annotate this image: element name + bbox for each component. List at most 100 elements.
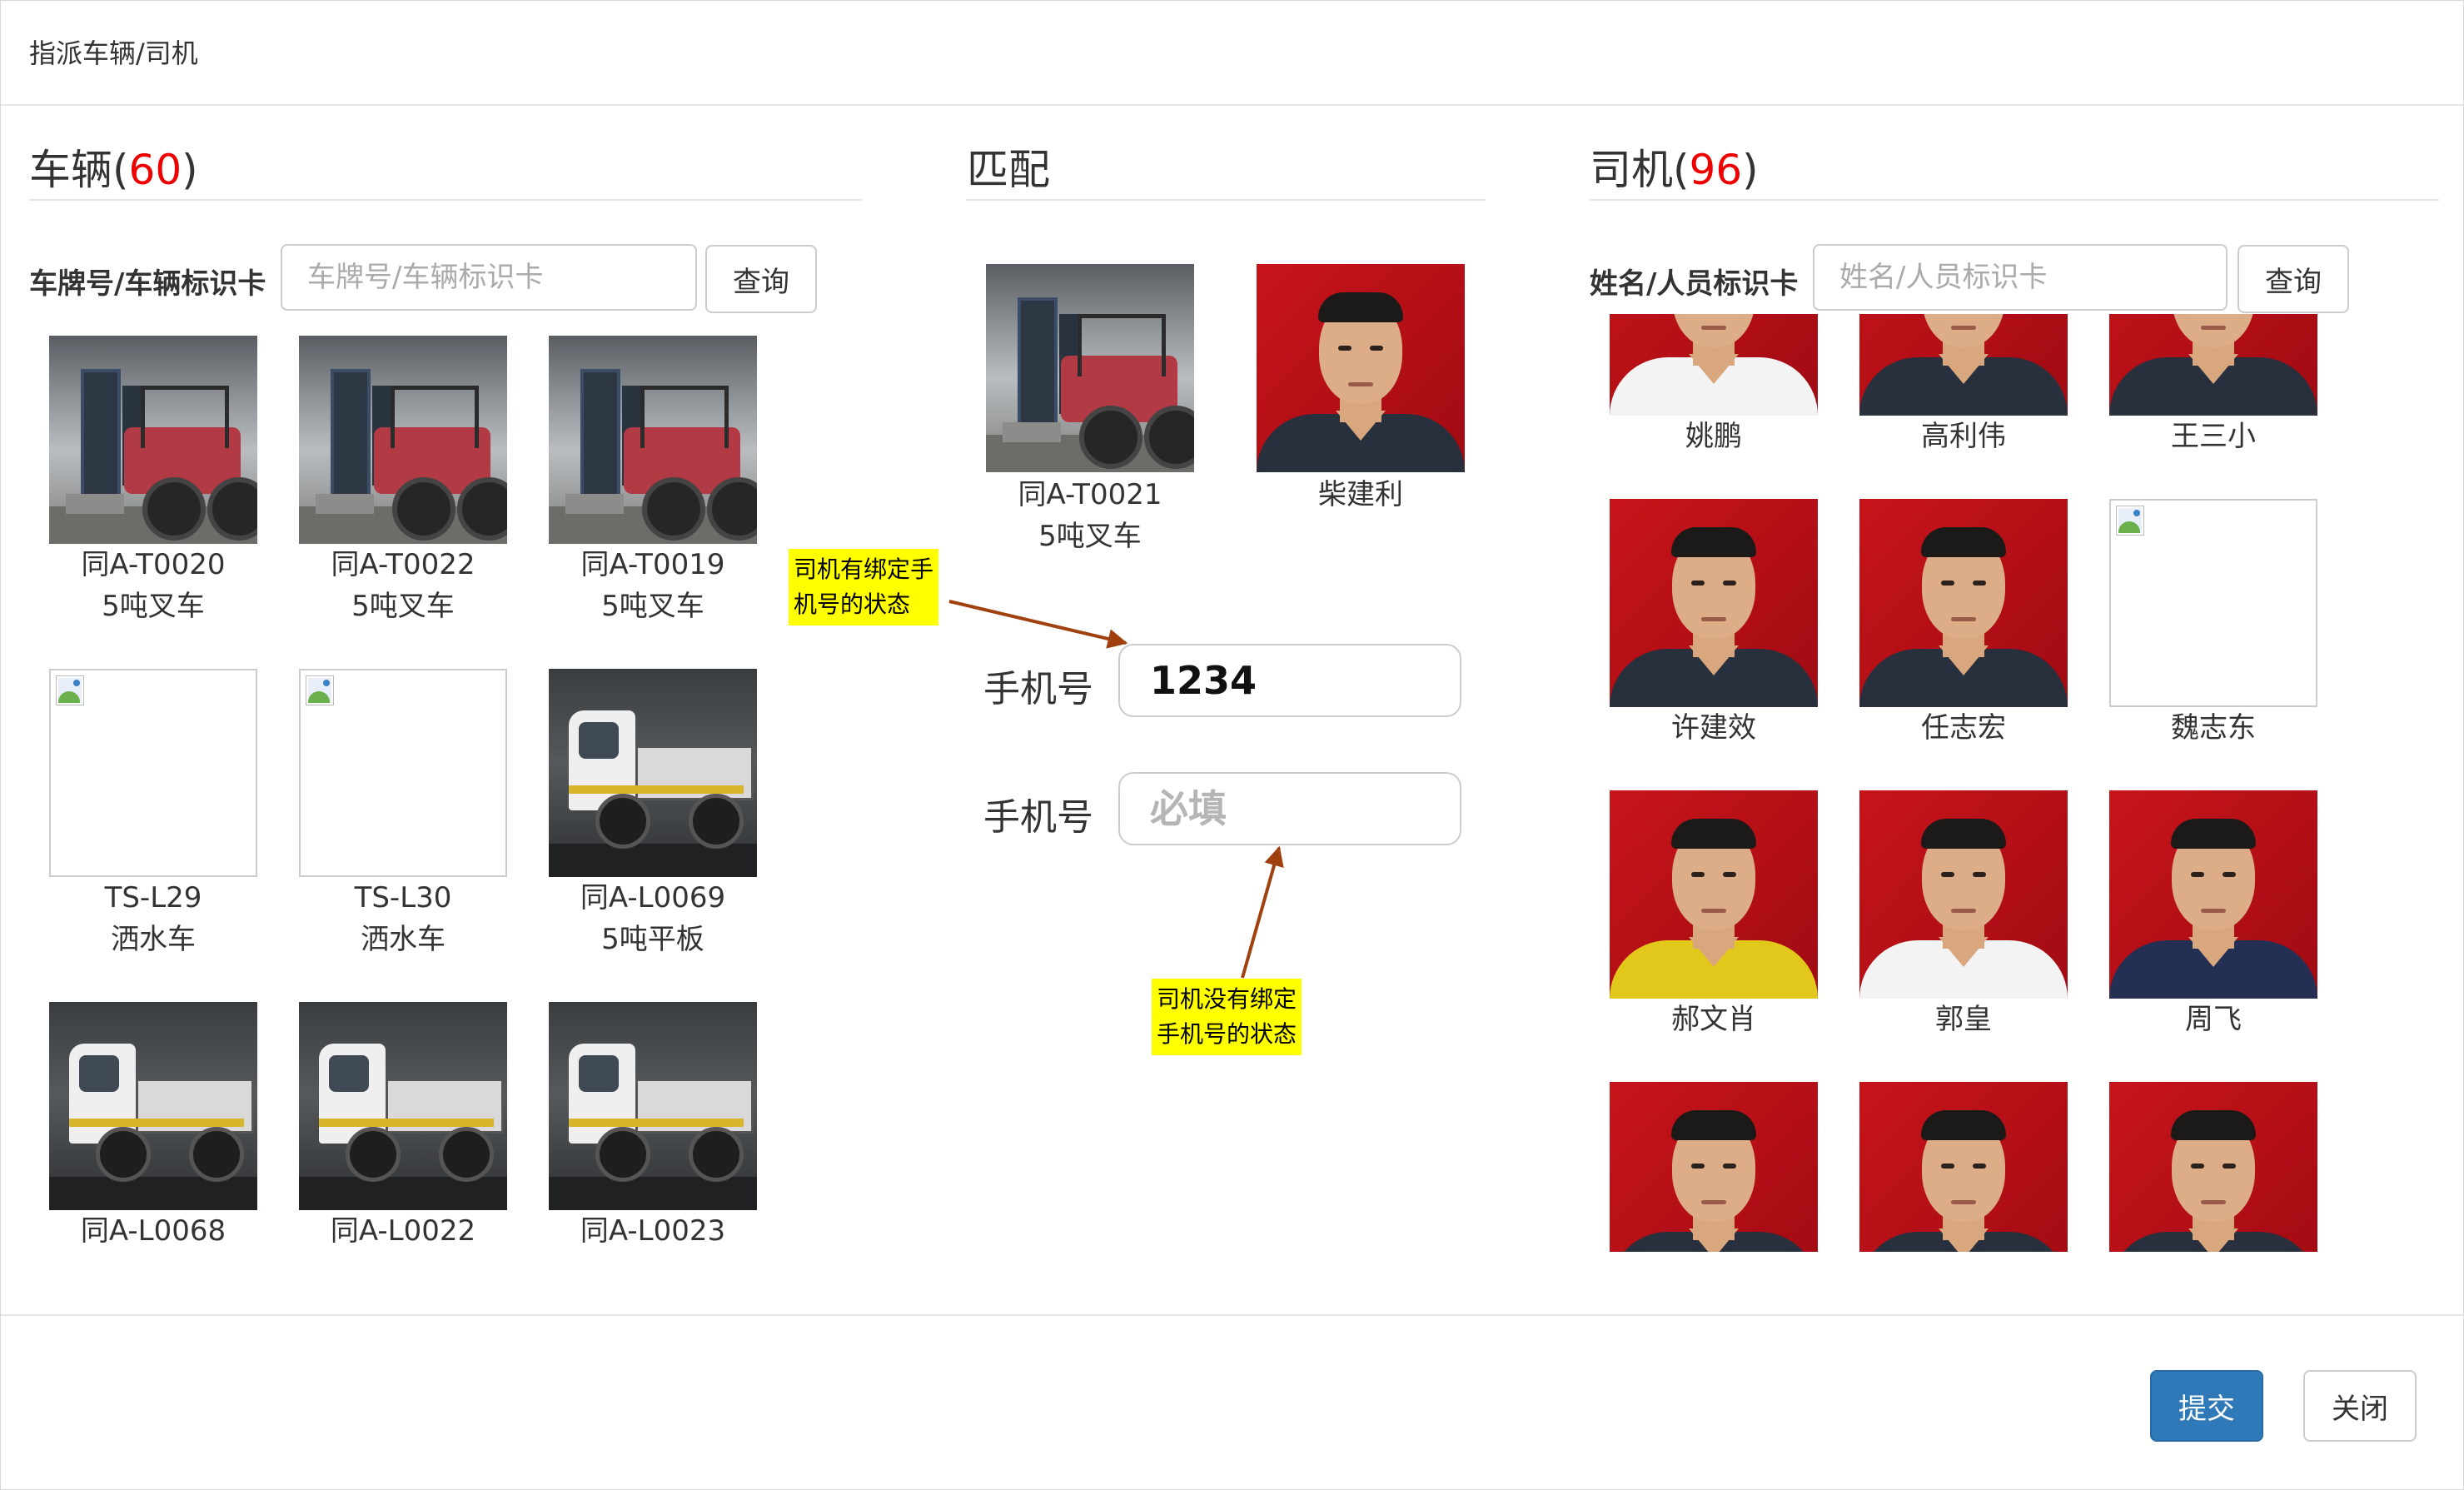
driver-name: 王三小 (2171, 420, 2256, 453)
phone-input-unbound[interactable] (1118, 772, 1461, 845)
submit-button[interactable]: 提交 (2150, 1370, 2263, 1442)
vehicle-card[interactable]: 同A-L0022 (299, 1002, 507, 1252)
matched-driver-card[interactable]: 柴建利 (1257, 264, 1465, 516)
vehicle-search-input[interactable] (281, 244, 697, 311)
matched-driver-name: 柴建利 (1318, 478, 1403, 511)
driver-name: 任志宏 (1921, 711, 2006, 745)
modal-header: 指派车辆/司机 (1, 1, 2463, 106)
driver-card[interactable]: 魏志东 (2109, 499, 2317, 749)
match-heading: 匹配 (967, 146, 1050, 194)
driver-name: 魏志东 (2171, 711, 2256, 745)
vehicle-plate: 同A-T0020 (81, 548, 226, 581)
modal-title: 指派车辆/司机 (29, 37, 198, 69)
modal-footer (1, 1314, 2463, 1317)
forklift-photo (299, 336, 507, 544)
note-phone-unbound: 司机没有绑定 手机号的状态 (1152, 979, 1302, 1055)
drivers-count-open: ( (1673, 146, 1690, 194)
driver-card[interactable]: 王三小 (2109, 314, 2317, 457)
drivers-count-close: ) (1742, 146, 1759, 194)
phone-input-bound[interactable] (1118, 644, 1461, 717)
driver-list[interactable]: 姚鹏 高利伟 王三小许建效 任志宏 魏志东郝文肖 郭皇 周飞 (1608, 314, 2324, 1252)
vehicles-heading-text: 车辆 (29, 146, 112, 194)
driver-photo (1610, 1082, 1818, 1252)
driver-card[interactable]: 姚鹏 (1610, 314, 1818, 457)
driver-card[interactable] (1610, 1082, 1818, 1252)
driver-search-input[interactable] (1813, 244, 2228, 311)
driver-card[interactable]: 郭皇 (1859, 790, 2068, 1040)
forklift-photo (986, 264, 1194, 472)
driver-card[interactable]: 周飞 (2109, 790, 2317, 1040)
vehicle-card[interactable]: 同A-T0022 5吨叉车 (299, 336, 507, 627)
driver-photo (1610, 790, 1818, 999)
driver-photo (1859, 790, 2068, 999)
driver-photo (1859, 499, 2068, 707)
vehicle-search-button[interactable]: 查询 (705, 245, 817, 313)
vehicle-type: 5吨叉车 (351, 590, 455, 623)
drivers-rule (1590, 199, 2439, 201)
driver-search-label: 姓名/人员标识卡 (1590, 267, 1799, 301)
drivers-heading: 司机(96) (1590, 149, 1759, 191)
vehicles-count-open: ( (112, 146, 129, 194)
phone-label-unbound: 手机号 (983, 796, 1093, 839)
vehicle-type: 5吨叉车 (102, 590, 205, 623)
driver-name: 许建效 (1671, 711, 1756, 745)
truck-photo (299, 1002, 507, 1210)
driver-photo (1859, 1082, 2068, 1252)
vehicle-card[interactable]: TS-L30 洒水车 (299, 669, 507, 960)
vehicle-search-label: 车牌号/车辆标识卡 (29, 267, 266, 301)
truck-photo (549, 669, 757, 877)
truck-photo (49, 1002, 257, 1210)
note-phone-unbound-line1: 司机没有绑定 (1157, 985, 1297, 1013)
drivers-heading-text: 司机 (1590, 146, 1673, 194)
vehicle-card[interactable]: 同A-L0068 (49, 1002, 257, 1252)
vehicles-heading: 车辆(60) (29, 149, 198, 191)
driver-name: 姚鹏 (1685, 420, 1742, 453)
driver-photo (2109, 790, 2317, 999)
driver-card[interactable] (2109, 1082, 2317, 1252)
driver-card[interactable]: 任志宏 (1859, 499, 2068, 749)
vehicle-card[interactable]: 同A-L0023 (549, 1002, 757, 1252)
vehicle-plate: 同A-L0069 (580, 881, 726, 914)
driver-photo (1859, 314, 2068, 416)
vehicle-plate: 同A-L0023 (580, 1214, 726, 1248)
vehicle-plate: 同A-L0068 (80, 1214, 226, 1248)
matched-vehicle-plate: 同A-T0021 (1018, 478, 1162, 511)
vehicle-type: 5吨平板 (601, 923, 704, 956)
driver-photo (1610, 499, 1818, 707)
note-phone-bound: 司机有绑定手 机号的状态 (789, 549, 939, 625)
vehicle-card[interactable]: 同A-T0019 5吨叉车 (549, 336, 757, 627)
phone-label-bound: 手机号 (983, 668, 1093, 710)
driver-search-button[interactable]: 查询 (2238, 245, 2349, 313)
driver-photo (2109, 314, 2317, 416)
note-phone-bound-line2: 机号的状态 (794, 591, 911, 618)
vehicle-plate: 同A-T0022 (331, 548, 475, 581)
matched-vehicle-card[interactable]: 同A-T0021 5吨叉车 (986, 264, 1194, 557)
vehicles-count: 60 (128, 146, 182, 194)
vehicle-card[interactable]: 同A-T0020 5吨叉车 (49, 336, 257, 627)
driver-card[interactable]: 郝文肖 (1610, 790, 1818, 1040)
broken-image-icon (2109, 499, 2317, 707)
forklift-photo (49, 336, 257, 544)
vehicle-type: 5吨叉车 (601, 590, 704, 623)
forklift-photo (549, 336, 757, 544)
note-phone-unbound-line2: 手机号的状态 (1157, 1020, 1297, 1048)
note-phone-bound-line1: 司机有绑定手 (794, 556, 934, 583)
driver-card[interactable]: 许建效 (1610, 499, 1818, 749)
driver-card[interactable]: 高利伟 (1859, 314, 2068, 457)
driver-card[interactable] (1859, 1082, 2068, 1252)
driver-photo (1610, 314, 1818, 416)
matched-vehicle-type: 5吨叉车 (1038, 520, 1142, 553)
broken-image-icon (49, 669, 257, 877)
vehicle-plate: TS-L29 (104, 881, 202, 914)
driver-name: 郭皇 (1935, 1003, 1992, 1036)
close-button[interactable]: 关闭 (2303, 1370, 2417, 1442)
vehicle-type: 洒水车 (361, 923, 446, 956)
vehicle-card[interactable]: TS-L29 洒水车 (49, 669, 257, 960)
vehicles-count-close: ) (182, 146, 198, 194)
vehicle-plate: TS-L30 (354, 881, 452, 914)
driver-name: 郝文肖 (1671, 1003, 1756, 1036)
vehicles-rule (29, 199, 862, 201)
driver-name: 周飞 (2185, 1003, 2242, 1036)
vehicle-card[interactable]: 同A-L0069 5吨平板 (549, 669, 757, 960)
truck-photo (549, 1002, 757, 1210)
